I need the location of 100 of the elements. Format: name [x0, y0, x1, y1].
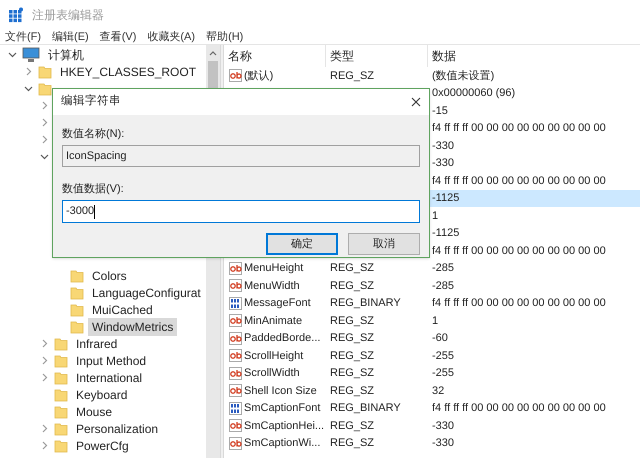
- expanded-chevron-icon[interactable]: [24, 84, 32, 93]
- table-row[interactable]: ScrollWidth REG_SZ -255: [224, 364, 640, 382]
- value-type: REG_SZ: [330, 70, 374, 82]
- table-row[interactable]: SmCaptionWi... REG_SZ -330: [224, 434, 640, 452]
- tree-item[interactable]: Colors: [88, 266, 131, 284]
- collapsed-chevron-icon[interactable]: [40, 118, 48, 127]
- string-value-icon: [229, 436, 242, 450]
- collapsed-chevron-icon[interactable]: [40, 424, 48, 433]
- menu-item[interactable]: 查看(V): [100, 28, 136, 46]
- collapsed-chevron-icon[interactable]: [40, 135, 48, 144]
- value-name: MenuHeight: [244, 261, 304, 276]
- expanded-chevron-icon[interactable]: [40, 152, 48, 161]
- value-data: -285: [431, 278, 454, 294]
- tree-item[interactable]: 计算机: [44, 46, 88, 64]
- table-row[interactable]: (默认) REG_SZ (数值未设置): [224, 67, 640, 84]
- value-data: -60: [431, 331, 448, 346]
- folder-icon: [54, 388, 68, 402]
- expanded-chevron-icon[interactable]: [8, 50, 16, 59]
- window-title: 注册表编辑器: [32, 7, 104, 24]
- folder-icon: [54, 370, 68, 384]
- string-value-icon: [229, 366, 242, 380]
- menu-item[interactable]: 编辑(E): [52, 28, 89, 46]
- folder-icon: [70, 268, 84, 282]
- value-type: REG_BINARY: [330, 402, 401, 414]
- tree-item[interactable]: HKEY_CLASSES_ROOT: [56, 62, 200, 80]
- value-type: REG_SZ: [330, 350, 374, 362]
- value-name: SmCaptionFont: [244, 401, 320, 416]
- value-type: REG_BINARY: [330, 297, 401, 309]
- collapsed-chevron-icon[interactable]: [40, 356, 48, 365]
- tree-item[interactable]: LanguageConfigurat: [88, 284, 205, 302]
- menu-item[interactable]: 帮助(H): [206, 28, 244, 46]
- column-header[interactable]: 类型: [326, 45, 428, 67]
- value-data: -330: [431, 418, 454, 434]
- value-data: -255: [431, 348, 454, 364]
- tree-item[interactable]: Infrared: [72, 334, 122, 352]
- table-row[interactable]: ScrollHeight REG_SZ -255: [224, 347, 640, 364]
- string-value-icon: [229, 384, 242, 398]
- value-data: -255: [431, 366, 454, 381]
- string-value-icon: [229, 349, 242, 362]
- value-name: ScrollWidth: [244, 366, 300, 381]
- dialog-button[interactable]: 确定: [266, 233, 338, 255]
- tree-item[interactable]: Personalization: [72, 420, 162, 438]
- folder-icon: [54, 404, 68, 418]
- menu-item[interactable]: 文件(F): [5, 28, 42, 46]
- folder-icon: [54, 422, 68, 436]
- field-label: 数值数据(V):: [62, 182, 125, 197]
- string-value-icon: [229, 332, 242, 345]
- value-data: -15: [431, 104, 448, 118]
- value-data: -330: [431, 436, 454, 451]
- value-type: REG_SZ: [330, 384, 374, 396]
- table-row[interactable]: SmCaptionHei... REG_SZ -330: [224, 417, 640, 434]
- table-row[interactable]: SmCaptionFont REG_BINARY f4 ff ff ff 00 00 00 00 00 00 00 00 00: [224, 400, 640, 417]
- value-name: MinAnimate: [244, 314, 302, 328]
- collapsed-chevron-icon[interactable]: [40, 339, 48, 348]
- menu-item[interactable]: 收藏夹(A): [147, 28, 196, 46]
- value-type: REG_SZ: [330, 332, 374, 344]
- table-row[interactable]: MessageFont REG_BINARY f4 ff ff ff 00 00 00 00 00 00 00 00 00: [224, 294, 640, 312]
- field-label: 数值名称(N):: [62, 127, 126, 142]
- value-name-field[interactable]: IconSpacing: [62, 145, 420, 167]
- column-header[interactable]: 数据: [428, 45, 640, 67]
- tree-item[interactable]: WindowMetrics: [88, 318, 178, 336]
- collapsed-chevron-icon[interactable]: [24, 67, 32, 76]
- tree-item[interactable]: Input Method: [72, 352, 150, 370]
- column-header[interactable]: 名称: [224, 45, 326, 67]
- string-value-icon: [229, 279, 242, 292]
- collapsed-chevron-icon[interactable]: [40, 373, 48, 382]
- binary-value-icon: [229, 402, 242, 415]
- string-value-icon: [229, 314, 242, 328]
- collapsed-chevron-icon[interactable]: [40, 441, 48, 450]
- table-row[interactable]: Shell Icon Size REG_SZ 32: [224, 382, 640, 400]
- value-data: -285: [431, 261, 454, 276]
- tree-item[interactable]: Mouse: [72, 402, 116, 420]
- table-row[interactable]: MenuHeight REG_SZ -285: [224, 260, 640, 277]
- value-data-field[interactable]: -3000: [62, 200, 420, 223]
- value-name: PaddedBorde...: [244, 331, 320, 346]
- folder-icon: [38, 64, 52, 78]
- dialog-button[interactable]: 取消: [348, 233, 420, 255]
- value-data: 0x00000060 (96): [431, 86, 516, 101]
- table-row[interactable]: PaddedBorde... REG_SZ -60: [224, 330, 640, 347]
- value-type: REG_SZ: [330, 437, 374, 449]
- value-name: MenuWidth: [244, 278, 300, 294]
- table-row[interactable]: MenuWidth REG_SZ -285: [224, 277, 640, 294]
- table-row[interactable]: MinAnimate REG_SZ 1: [224, 312, 640, 330]
- tree-item[interactable]: International: [72, 368, 146, 386]
- value-type: REG_SZ: [330, 280, 374, 292]
- string-value-icon: [229, 262, 242, 275]
- folder-icon: [54, 336, 68, 350]
- tree-item[interactable]: PowerCfg: [72, 436, 133, 454]
- value-data: 32: [431, 384, 444, 398]
- tree-item[interactable]: MuiCached: [88, 300, 157, 318]
- value-data: -330: [431, 138, 454, 154]
- folder-icon: [70, 320, 84, 334]
- value-name: Shell Icon Size: [244, 384, 317, 398]
- scroll-up-icon[interactable]: [209, 49, 217, 57]
- folder-icon: [70, 302, 84, 316]
- tree-item[interactable]: Keyboard: [72, 386, 132, 404]
- close-icon[interactable]: [411, 97, 421, 107]
- collapsed-chevron-icon[interactable]: [40, 101, 48, 110]
- value-type: REG_SZ: [330, 367, 374, 379]
- value-data: f4 ff ff ff 00 00 00 00 00 00 00 00 00: [431, 401, 606, 416]
